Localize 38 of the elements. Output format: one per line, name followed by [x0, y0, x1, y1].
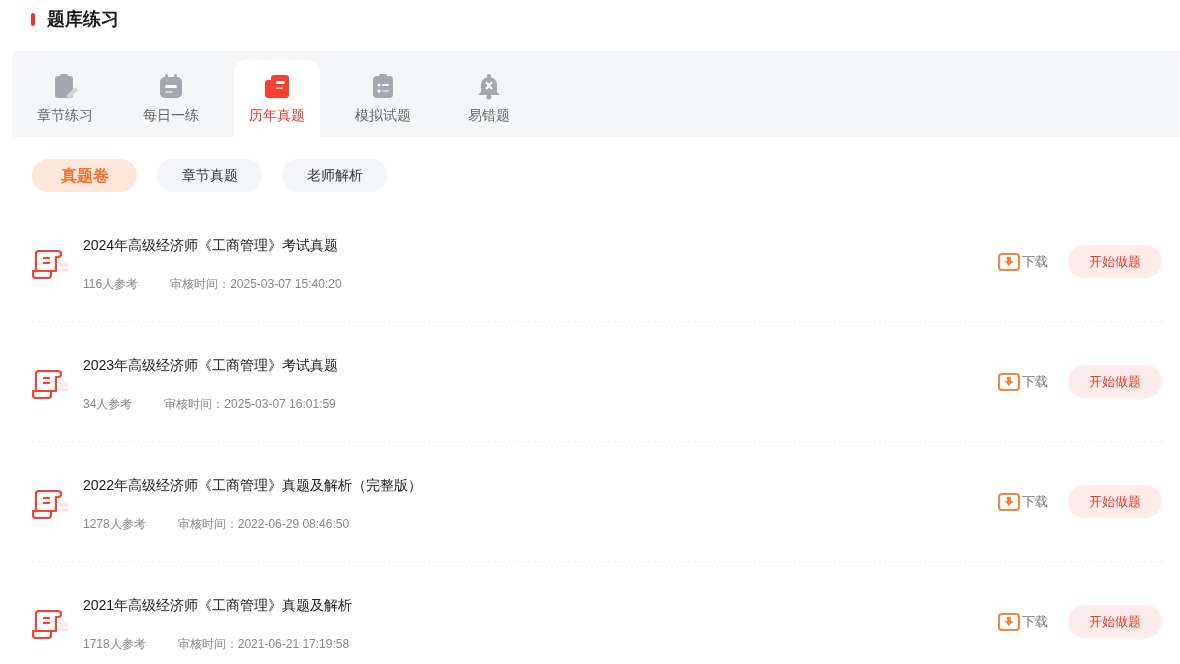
paper-title[interactable]: 2024年高级经济师《工商管理》考试真题 — [83, 234, 998, 256]
paper-title[interactable]: 2023年高级经济师《工商管理》考试真题 — [83, 354, 998, 376]
start-button[interactable]: 开始做题 — [1068, 365, 1162, 398]
tab[interactable]: 易错题 — [446, 60, 532, 137]
download-icon — [998, 612, 1020, 631]
review-time: 审核时间：2025-03-07 15:40:20 — [170, 275, 342, 293]
start-button[interactable]: 开始做题 — [1068, 485, 1162, 518]
paper-title[interactable]: 2021年高级经济师《工商管理》真题及解析 — [83, 594, 998, 616]
review-time: 审核时间：2022-06-29 08:46:50 — [177, 515, 350, 533]
page-title: 题库练习 — [47, 7, 119, 31]
download-icon — [998, 372, 1020, 391]
participant-count: 1278人参考 — [83, 515, 146, 533]
download-icon — [998, 252, 1020, 271]
review-time: 审核时间：2025-03-07 16:01:59 — [164, 395, 336, 413]
participant-count: 34人参考 — [83, 395, 133, 413]
calendar-icon — [157, 71, 185, 100]
filter-chip[interactable]: 老师解析 — [282, 159, 387, 192]
filter-chip[interactable]: 章节真题 — [157, 159, 262, 192]
tab[interactable]: 模拟试题 — [340, 60, 426, 137]
download-button[interactable]: 下载 — [998, 251, 1048, 272]
tab[interactable]: 章节练习 — [22, 60, 108, 137]
download-button[interactable]: 下载 — [998, 371, 1048, 392]
scroll-icon — [32, 607, 70, 640]
start-button[interactable]: 开始做题 — [1068, 605, 1162, 638]
tab[interactable]: 每日一练 — [128, 60, 214, 137]
download-button[interactable]: 下载 — [998, 611, 1048, 632]
scroll-icon — [32, 487, 70, 520]
participant-count: 1718人参考 — [83, 635, 146, 653]
scroll-icon — [32, 247, 70, 280]
tab[interactable]: 历年真题 — [234, 60, 320, 137]
paper-title[interactable]: 2022年高级经济师《工商管理》真题及解析（完整版） — [83, 474, 998, 496]
download-icon — [998, 492, 1020, 511]
start-button[interactable]: 开始做题 — [1068, 245, 1162, 278]
accent-bar — [31, 12, 35, 26]
scroll-icon — [32, 367, 70, 400]
download-button[interactable]: 下载 — [998, 491, 1048, 512]
participant-count: 116人参考 — [83, 275, 139, 293]
review-time: 审核时间：2021-06-21 17:19:58 — [177, 635, 350, 653]
